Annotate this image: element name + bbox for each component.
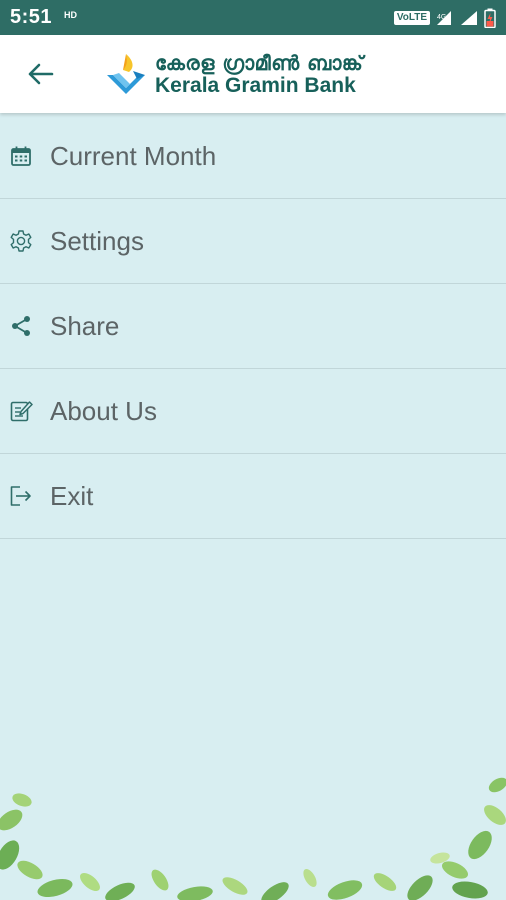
back-arrow-icon	[28, 63, 54, 85]
svg-text:4G: 4G	[437, 14, 446, 21]
status-time: 5:51	[10, 6, 53, 28]
signal-icon-2	[461, 10, 477, 25]
menu-item-label: Settings	[50, 225, 144, 256]
app-bar: കേരള ഗ്രാമീൺ ബാങ്ക് Kerala Gramin Bank	[0, 35, 506, 113]
leaves-decoration	[0, 777, 506, 900]
menu-list: Current Month Settings Share About Us Ex…	[0, 114, 506, 539]
status-icons: VoLTE 4G	[393, 8, 496, 28]
battery-icon	[484, 8, 496, 28]
menu-item-label: About Us	[50, 395, 157, 426]
menu-item-label: Current Month	[50, 140, 217, 171]
share-icon	[9, 314, 33, 338]
menu-item-settings[interactable]: Settings	[0, 199, 506, 284]
menu-item-current-month[interactable]: Current Month	[0, 114, 506, 199]
menu-item-about-us[interactable]: About Us	[0, 369, 506, 454]
status-bar: 5:51 HD VoLTE 4G	[0, 0, 506, 35]
exit-icon	[9, 484, 33, 508]
edit-document-icon	[9, 399, 33, 423]
hd-indicator: HD	[64, 9, 78, 20]
bank-logo-mark-icon	[107, 54, 145, 94]
signal-icon: 4G	[437, 10, 451, 25]
menu-item-label: Share	[50, 310, 120, 341]
logo-title-english: Kerala Gramin Bank	[155, 73, 356, 97]
gear-icon	[9, 229, 33, 253]
menu-item-exit[interactable]: Exit	[0, 454, 506, 539]
volte-badge: VoLTE	[393, 10, 430, 25]
back-button[interactable]	[23, 57, 57, 91]
menu-item-label: Exit	[50, 480, 94, 511]
calendar-icon	[9, 144, 33, 168]
menu-item-share[interactable]: Share	[0, 284, 506, 369]
logo-title-malayalam: കേരള ഗ്രാമീൺ ബാങ്ക്	[155, 50, 364, 75]
bank-logo: കേരള ഗ്രാമീൺ ബാങ്ക് Kerala Gramin Bank	[103, 51, 363, 97]
